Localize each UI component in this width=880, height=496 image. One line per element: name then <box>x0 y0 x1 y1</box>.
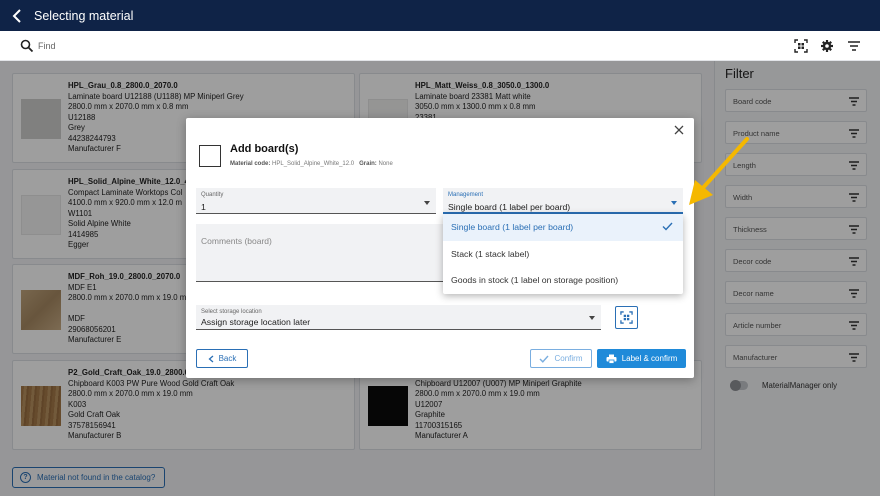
management-value: Single board (1 label per board) <box>448 202 571 212</box>
menu-item-label: Stack (1 stack label) <box>451 248 530 259</box>
dialog-title: Add board(s) <box>230 143 299 155</box>
chevron-left-icon <box>208 355 214 362</box>
material-code-value: HPL_Solid_Alpine_White_12.0 <box>272 161 355 167</box>
menu-item-single-board[interactable]: Single board (1 label per board) <box>443 214 683 241</box>
scan-storage-location-button[interactable] <box>615 306 638 329</box>
material-preview-swatch <box>199 145 221 167</box>
quantity-label: Quantity <box>201 192 224 198</box>
grain-value: None <box>378 161 393 167</box>
material-code-label: Material code: <box>230 161 271 167</box>
management-label: Management <box>448 192 484 198</box>
check-icon <box>539 355 550 363</box>
menu-item-stack[interactable]: Stack (1 stack label) <box>443 241 683 268</box>
label-and-confirm-button[interactable]: Label & confirm <box>597 349 686 368</box>
back-button[interactable]: Back <box>196 349 248 368</box>
qr-scan-icon[interactable] <box>794 39 808 53</box>
search-input[interactable] <box>38 38 338 54</box>
chevron-down-icon <box>671 201 677 205</box>
search-bar <box>0 31 880 61</box>
menu-item-label: Single board (1 label per board) <box>451 222 574 233</box>
qr-scan-icon <box>620 311 633 324</box>
filter-icon[interactable] <box>847 39 861 53</box>
printer-icon <box>606 354 617 364</box>
management-dropdown-menu: Single board (1 label per board) Stack (… <box>443 214 683 294</box>
app-header: Selecting material <box>0 0 880 31</box>
storage-location-select[interactable]: Select storage location Assign storage l… <box>196 305 601 330</box>
annotation-arrow-icon <box>689 137 749 205</box>
chevron-down-icon <box>589 316 595 320</box>
back-button-label: Back <box>218 354 237 363</box>
menu-item-label: Goods in stock (1 label on storage posit… <box>451 275 619 286</box>
menu-item-goods-in-stock[interactable]: Goods in stock (1 label on storage posit… <box>443 267 683 294</box>
confirm-button-label: Confirm <box>554 354 583 363</box>
storage-location-value: Assign storage location later <box>201 317 311 327</box>
confirm-button[interactable]: Confirm <box>530 349 592 368</box>
comments-placeholder: Comments (board) <box>201 236 272 246</box>
storage-location-label: Select storage location <box>201 309 262 315</box>
gear-icon[interactable] <box>820 39 834 53</box>
back-arrow-icon[interactable] <box>0 0 34 31</box>
grain-label: Grain: <box>359 161 377 167</box>
quantity-value: 1 <box>201 202 206 212</box>
management-select[interactable]: Management Single board (1 label per boa… <box>443 188 683 214</box>
page-title: Selecting material <box>34 8 134 23</box>
dialog-subtitle: Material code: HPL_Solid_Alpine_White_12… <box>230 161 393 167</box>
check-icon <box>662 222 673 231</box>
quantity-select[interactable]: Quantity 1 <box>196 188 436 214</box>
search-icon <box>20 39 34 53</box>
label-and-confirm-label: Label & confirm <box>621 354 678 363</box>
chevron-down-icon <box>424 201 430 205</box>
